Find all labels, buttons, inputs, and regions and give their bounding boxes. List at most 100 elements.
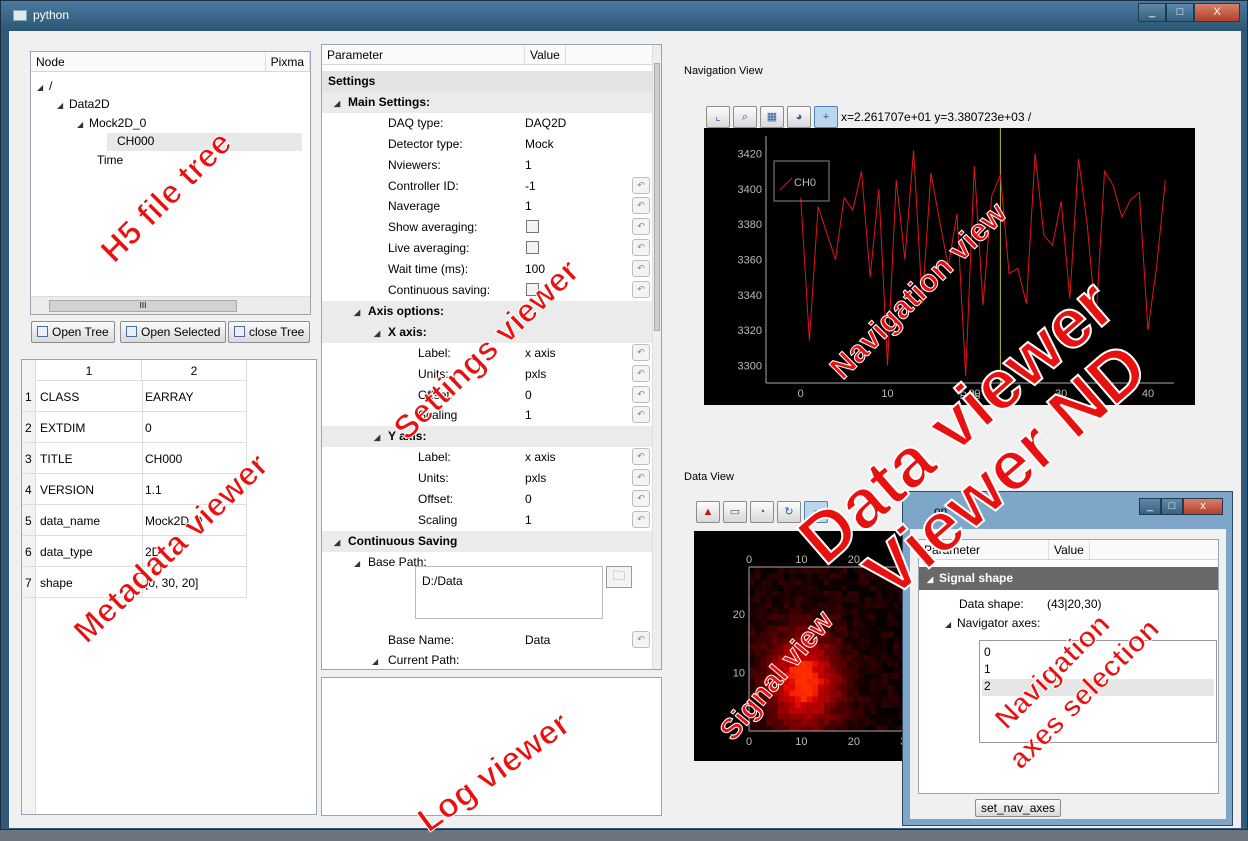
roi-icon[interactable]: ▭ xyxy=(723,501,747,523)
popup-col-parameter[interactable]: Parameter xyxy=(919,540,1049,559)
table-row[interactable]: 7 shape [0, 30, 20] xyxy=(22,567,247,598)
browse-folder-button[interactable]: 🗀 xyxy=(606,566,632,588)
settings-row[interactable]: Label: x axis ↶ xyxy=(322,447,654,468)
reset-icon[interactable]: ↶ xyxy=(632,281,650,298)
settings-row[interactable]: Units: pxls ↶ xyxy=(322,468,654,489)
reset-icon[interactable]: ↶ xyxy=(632,631,650,648)
navigation-plot[interactable]: 0 10 20 30 40 3300 3320 3340 3360 3380 3400 3420 Pxl… xyxy=(704,128,1195,405)
h5-tree-panel[interactable]: Node Pixma ◢ / ◢ Data2D ◢ Mock2D_0 CH000 Tim… xyxy=(30,51,311,315)
tree-node-time[interactable]: Time xyxy=(97,153,123,167)
settings-row[interactable]: Label: x axis ↶ xyxy=(322,343,654,364)
minimize-button[interactable]: _ xyxy=(1139,498,1161,515)
reset-icon[interactable]: ↶ xyxy=(632,218,650,236)
maximize-button[interactable]: □ xyxy=(1161,498,1183,515)
reset-icon[interactable]: ↶ xyxy=(632,448,650,466)
tree-hscrollbar[interactable]: III xyxy=(31,296,310,314)
tree-col-pixmap[interactable]: Pixma xyxy=(266,52,310,71)
open-selected-button[interactable]: Open Selected xyxy=(120,321,227,343)
reset-icon[interactable]: ↶ xyxy=(632,510,650,528)
axis-item-2[interactable]: 2 xyxy=(982,679,1214,696)
settings-row[interactable]: Units: pxls ↶ xyxy=(322,364,654,385)
color-icon[interactable]: ◔ xyxy=(750,501,774,523)
settings-row[interactable]: Continuous saving: ↶ xyxy=(322,280,654,301)
table-icon[interactable]: ▦ xyxy=(760,106,784,128)
metadata-viewer[interactable]: 1 2 1 CLASS EARRAY 2 EXTDIM 0 3 TITLE CH000 4 VERS… xyxy=(21,359,317,815)
tree-col-node[interactable]: Node xyxy=(31,52,266,71)
tree-node-root[interactable]: ◢ / xyxy=(37,79,52,93)
reset-icon[interactable]: ↶ xyxy=(632,490,650,507)
settings-row[interactable]: Scaling 1 ↶ xyxy=(322,405,654,426)
settings-row[interactable]: Nviewers: 1 xyxy=(322,155,654,176)
crosshair-icon[interactable]: + xyxy=(814,106,838,128)
settings-row[interactable]: Scaling 1 ↶ xyxy=(322,510,654,531)
axes-icon[interactable]: ⌞ xyxy=(706,106,730,128)
table-row[interactable]: 4 VERSION 1.1 xyxy=(22,474,247,505)
scroll-thumb[interactable]: III xyxy=(49,300,237,312)
tree-node-mock2d[interactable]: ◢ Mock2D_0 xyxy=(77,116,146,130)
navigator-axes-row[interactable]: ◢ Navigator axes: xyxy=(945,616,1040,630)
rotate-icon[interactable]: ↻ xyxy=(777,501,801,523)
axis-item-0[interactable]: 0 xyxy=(984,645,991,659)
settings-row[interactable]: Wait time (ms): 100 ↶ xyxy=(322,259,654,280)
scroll-thumb[interactable] xyxy=(654,63,660,331)
settings-row[interactable]: ◢ Y axis: xyxy=(322,426,654,448)
settings-row[interactable]: ◢ Continuous Saving xyxy=(322,530,654,552)
reset-icon[interactable]: ↶ xyxy=(632,469,650,487)
signal-plot[interactable]: 001010202030301020 xyxy=(694,531,924,761)
base-path-field[interactable]: D:/Data xyxy=(415,566,603,619)
settings-viewer[interactable]: ParameterValue ◢Settings◢Main Settings:D… xyxy=(321,44,662,670)
minimize-button[interactable]: _ xyxy=(1138,3,1166,22)
meta-col-1[interactable]: 1 xyxy=(37,360,142,381)
checkbox[interactable] xyxy=(526,283,539,296)
reset-icon[interactable]: ↶ xyxy=(632,343,650,361)
close-tree-button[interactable]: close Tree xyxy=(228,321,311,343)
zoom-icon[interactable]: ⌕ xyxy=(733,106,757,128)
open-tree-button[interactable]: Open Tree xyxy=(31,321,115,343)
checkbox[interactable] xyxy=(526,241,539,255)
table-row[interactable]: 5 data_name Mock2D_0 xyxy=(22,505,247,536)
settings-row[interactable]: Live averaging: ↶ xyxy=(322,238,654,259)
maximize-button[interactable]: □ xyxy=(1166,3,1194,22)
settings-row[interactable]: Naverage 1 ↶ xyxy=(322,196,654,217)
set-nav-axes-button[interactable]: set_nav_axes xyxy=(975,799,1062,817)
histogram-icon[interactable]: ▲ xyxy=(696,501,720,523)
reset-icon[interactable]: ↶ xyxy=(632,197,650,215)
reset-icon[interactable]: ↶ xyxy=(632,364,650,382)
settings-row[interactable]: Show averaging: ↶ xyxy=(322,217,654,238)
close-button[interactable]: x xyxy=(1183,498,1223,515)
color-icon[interactable]: ◕ xyxy=(787,106,811,128)
checkbox[interactable] xyxy=(526,220,539,234)
table-row[interactable]: 1 CLASS EARRAY xyxy=(22,381,247,412)
reset-icon[interactable]: ↶ xyxy=(632,385,650,403)
settings-row[interactable]: DAQ type: DAQ2D xyxy=(322,113,654,134)
meta-col-2[interactable]: 2 xyxy=(142,360,247,381)
settings-row[interactable]: ◢Settings xyxy=(322,71,654,92)
zoom-icon[interactable]: ⌕ xyxy=(804,501,828,523)
settings-row[interactable]: ◢ Axis options: xyxy=(322,300,654,322)
axes-listbox[interactable]: 0 1 2 xyxy=(979,640,1217,743)
settings-vscrollbar[interactable] xyxy=(652,45,661,669)
settings-row[interactable]: ◢ X axis: xyxy=(322,321,654,343)
popup-col-value[interactable]: Value xyxy=(1049,540,1090,559)
settings-row[interactable]: Detector type: Mock xyxy=(322,134,654,155)
popup-param-tree[interactable]: Parameter Value ◢ Signal shape Data shape:… xyxy=(918,539,1219,794)
log-viewer[interactable] xyxy=(321,677,662,816)
axis-item-1[interactable]: 1 xyxy=(984,662,991,676)
settings-row[interactable]: ◢ Main Settings: xyxy=(322,91,654,113)
reset-icon[interactable]: ↶ xyxy=(632,239,650,257)
table-row[interactable]: 3 TITLE CH000 xyxy=(22,443,247,474)
close-button[interactable]: X xyxy=(1194,3,1240,22)
settings-row[interactable]: Offset: 0 ↶ xyxy=(322,385,654,406)
settings-col-parameter[interactable]: Parameter xyxy=(322,45,525,64)
reset-icon[interactable]: ↶ xyxy=(632,260,650,278)
settings-col-value[interactable]: Value xyxy=(525,45,566,64)
tree-node-ch000[interactable]: CH000 xyxy=(107,133,302,151)
signal-shape-group[interactable]: ◢ Signal shape xyxy=(919,567,1218,590)
reset-icon[interactable]: ↶ xyxy=(632,406,650,424)
settings-row[interactable]: Controller ID: -1 ↶ xyxy=(322,176,654,197)
tree-node-data2d[interactable]: ◢ Data2D xyxy=(57,97,110,111)
table-row[interactable]: 2 EXTDIM 0 xyxy=(22,412,247,443)
reset-icon[interactable]: ↶ xyxy=(632,176,650,194)
table-row[interactable]: 6 data_type 2D xyxy=(22,536,247,567)
settings-row[interactable]: Offset: 0 ↶ xyxy=(322,489,654,510)
